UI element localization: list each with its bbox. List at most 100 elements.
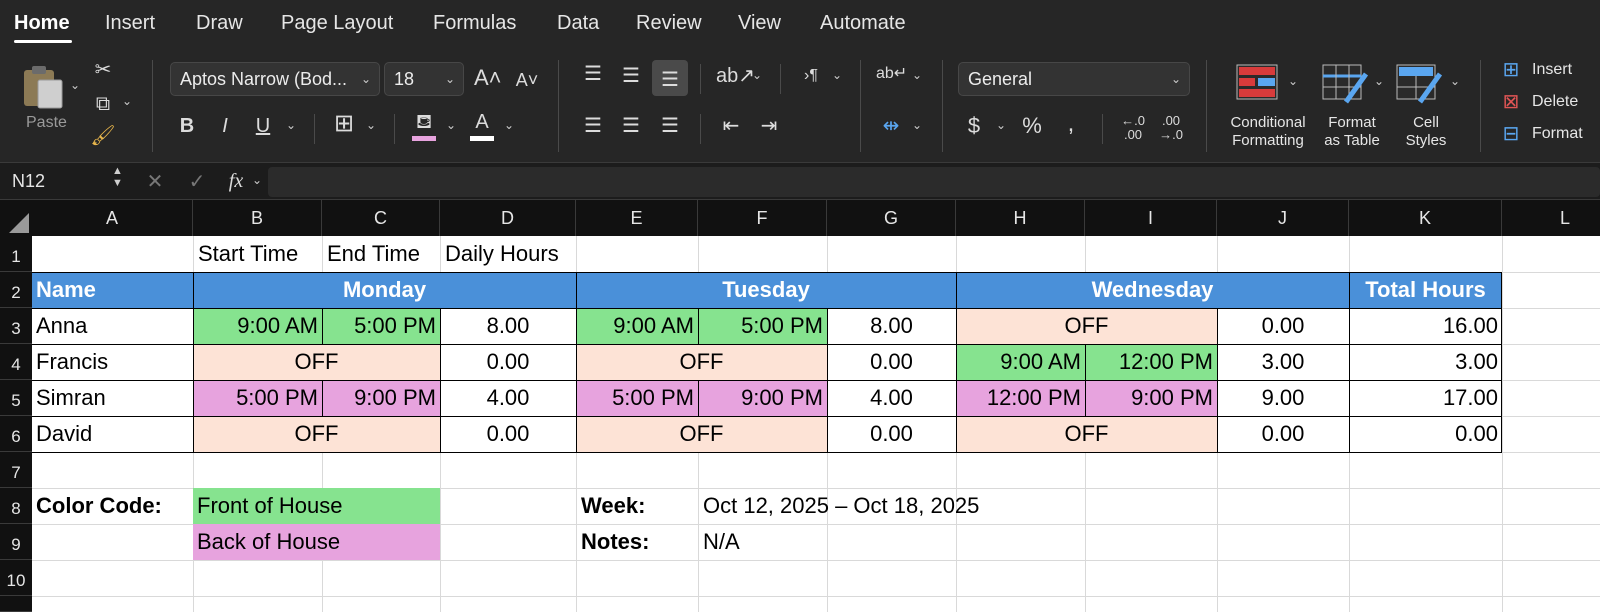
orientation-icon[interactable]: ab↗ — [716, 64, 755, 88]
cell-total-hours[interactable]: 16.00 — [1349, 308, 1502, 344]
cell-wed-start[interactable]: 9:00 AM — [956, 344, 1085, 380]
fx-chevron-down-icon[interactable]: ⌄ — [252, 173, 262, 187]
tab-home[interactable]: Home — [14, 12, 70, 35]
borders-chevron-down-icon[interactable]: ⌄ — [366, 118, 376, 132]
header-tuesday[interactable]: Tuesday — [576, 272, 956, 308]
italic-icon[interactable]: I — [214, 114, 236, 138]
decrease-indent-icon[interactable]: ⇤ — [718, 114, 744, 138]
column-header-f[interactable]: F — [698, 200, 827, 236]
orientation-chevron-down-icon[interactable]: ⌄ — [752, 68, 762, 82]
worksheet-grid[interactable]: A B C D E F G H I J K L 1 2 3 4 5 6 7 8 … — [0, 200, 1600, 612]
tab-draw[interactable]: Draw — [196, 12, 243, 35]
cell-wed-start[interactable]: 12:00 PM — [956, 380, 1085, 416]
copy-icon[interactable]: ⧉ — [90, 92, 116, 116]
legend-front-of-house[interactable]: Front of House — [193, 488, 440, 524]
cell-mon-off[interactable]: OFF — [193, 344, 440, 380]
column-header-l[interactable]: L — [1502, 200, 1600, 236]
increase-decimal-icon[interactable]: ←.0.00 — [1118, 114, 1148, 142]
paste-chevron-down-icon[interactable]: ⌄ — [70, 78, 80, 92]
cell-mon-hours[interactable]: 4.00 — [440, 380, 576, 416]
font-size-select[interactable]: 18 ⌄ — [384, 62, 464, 96]
conditional-formatting-chevron-down-icon[interactable]: ⌄ — [1288, 74, 1298, 88]
wrap-text-icon[interactable]: ab↵ — [876, 62, 907, 86]
insert-cells-button[interactable]: ⊞ Insert — [1496, 58, 1600, 84]
font-color-chevron-down-icon[interactable]: ⌄ — [504, 118, 514, 132]
cell-tue-hours[interactable]: 0.00 — [827, 344, 956, 380]
font-color-icon[interactable]: A — [468, 110, 496, 134]
insert-function-icon[interactable]: fx — [222, 169, 250, 193]
conditional-formatting-label[interactable]: Conditional Formatting — [1222, 114, 1314, 150]
cell-tue-end[interactable]: 5:00 PM — [698, 308, 827, 344]
align-bottom-icon[interactable]: ☰ — [657, 68, 683, 92]
row-header-6[interactable]: 6 — [0, 416, 32, 452]
column-header-k[interactable]: K — [1349, 200, 1502, 236]
header-name[interactable]: Name — [32, 272, 193, 308]
cell-total-hours[interactable]: 0.00 — [1349, 416, 1502, 452]
cell-c1-end-time-label[interactable]: End Time — [323, 236, 440, 272]
font-name-select[interactable]: Aptos Narrow (Bod... ⌄ — [170, 62, 380, 96]
column-header-d[interactable]: D — [440, 200, 576, 236]
cell-b1-start-time-label[interactable]: Start Time — [194, 236, 322, 272]
header-monday[interactable]: Monday — [193, 272, 576, 308]
cell-wed-hours[interactable]: 9.00 — [1217, 380, 1349, 416]
text-direction-chevron-down-icon[interactable]: ⌄ — [832, 68, 842, 82]
cell-mon-off[interactable]: OFF — [193, 416, 440, 452]
cell-tue-hours[interactable]: 4.00 — [827, 380, 956, 416]
select-all-corner[interactable] — [0, 200, 32, 236]
cell-mon-hours[interactable]: 0.00 — [440, 344, 576, 380]
borders-icon[interactable]: ⊞ — [330, 112, 358, 136]
format-painter-icon[interactable]: 🖌 — [90, 124, 116, 148]
row-header-9[interactable]: 9 — [0, 524, 32, 560]
format-as-table-icon[interactable] — [1322, 64, 1369, 104]
table-row-name[interactable]: David — [32, 416, 193, 452]
tab-view[interactable]: View — [738, 12, 781, 35]
format-cells-button[interactable]: ⊟ Format — [1496, 122, 1600, 148]
merge-center-icon[interactable]: ⇹ — [876, 114, 906, 138]
fill-chevron-down-icon[interactable]: ⌄ — [446, 118, 456, 132]
currency-chevron-down-icon[interactable]: ⌄ — [996, 118, 1006, 132]
name-box-stepper-icon[interactable]: ▲ ▼ — [112, 165, 123, 189]
fill-color-icon[interactable]: ⛾ — [410, 110, 438, 134]
wrap-text-chevron-down-icon[interactable]: ⌄ — [912, 68, 922, 82]
cell-wed-hours[interactable]: 0.00 — [1217, 308, 1349, 344]
tab-review[interactable]: Review — [636, 12, 702, 35]
align-middle-icon[interactable]: ☰ — [618, 64, 644, 88]
row-header-8[interactable]: 8 — [0, 488, 32, 524]
row-header-10[interactable]: 10 — [0, 560, 32, 596]
cell-mon-start[interactable]: 5:00 PM — [193, 380, 322, 416]
header-total-hours[interactable]: Total Hours — [1349, 272, 1502, 308]
header-wednesday[interactable]: Wednesday — [956, 272, 1349, 308]
currency-icon[interactable]: $ — [962, 114, 986, 138]
cell-mon-hours[interactable]: 8.00 — [440, 308, 576, 344]
merge-chevron-down-icon[interactable]: ⌄ — [912, 118, 922, 132]
text-direction-icon[interactable]: ›¶ — [796, 64, 826, 88]
notes-value[interactable]: N/A — [699, 524, 827, 560]
delete-cells-button[interactable]: ⊠ Delete — [1496, 90, 1600, 116]
column-header-e[interactable]: E — [576, 200, 698, 236]
decrease-font-size-icon[interactable]: A˅ — [514, 68, 540, 92]
percent-icon[interactable]: % — [1018, 114, 1046, 138]
align-right-icon[interactable]: ☰ — [657, 114, 683, 138]
column-header-j[interactable]: J — [1217, 200, 1349, 236]
color-code-label[interactable]: Color Code: — [32, 488, 193, 524]
cell-wed-off[interactable]: OFF — [956, 308, 1217, 344]
cell-wed-end[interactable]: 9:00 PM — [1085, 380, 1217, 416]
tab-page-layout[interactable]: Page Layout — [281, 12, 393, 35]
tab-formulas[interactable]: Formulas — [433, 12, 516, 35]
cell-d1-daily-hours-label[interactable]: Daily Hours — [441, 236, 576, 272]
cell-total-hours[interactable]: 3.00 — [1349, 344, 1502, 380]
cell-mon-hours[interactable]: 0.00 — [440, 416, 576, 452]
formula-input[interactable] — [268, 167, 1600, 197]
underline-icon[interactable]: U — [252, 114, 274, 138]
week-label[interactable]: Week: — [577, 488, 698, 524]
cell-wed-end[interactable]: 12:00 PM — [1085, 344, 1217, 380]
row-header-5[interactable]: 5 — [0, 380, 32, 416]
row-header-7[interactable]: 7 — [0, 452, 32, 488]
cell-wed-hours[interactable]: 3.00 — [1217, 344, 1349, 380]
week-value[interactable]: Oct 12, 2025 – Oct 18, 2025 — [699, 488, 1199, 524]
table-row-name[interactable]: Simran — [32, 380, 193, 416]
column-header-a[interactable]: A — [32, 200, 193, 236]
align-top-icon[interactable]: ☰ — [580, 62, 606, 86]
paste-icon[interactable] — [22, 64, 66, 110]
cell-mon-end[interactable]: 9:00 PM — [322, 380, 440, 416]
